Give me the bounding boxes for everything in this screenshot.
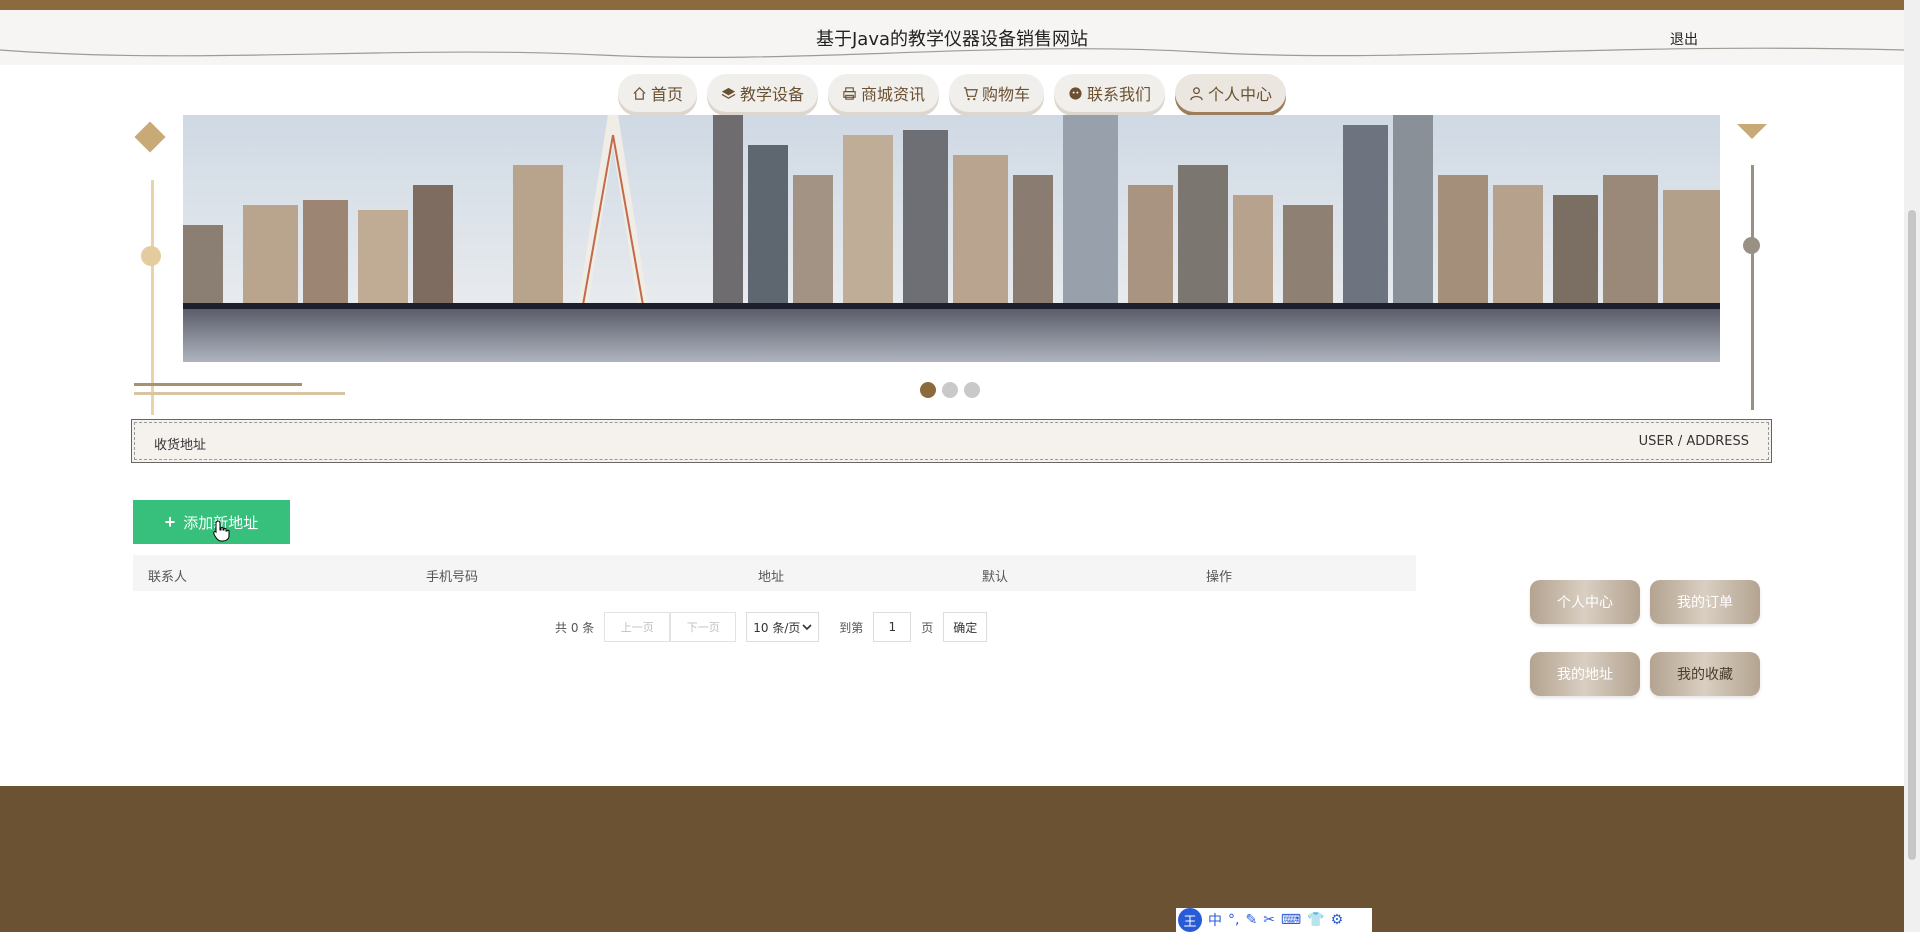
- decor-dot: [141, 246, 161, 266]
- nav-item-label: 个人中心: [1208, 85, 1273, 104]
- column-header: 操作: [1206, 570, 1233, 585]
- nav-item-label: 首页: [650, 85, 683, 104]
- keyboard-icon[interactable]: ⌨: [1281, 912, 1301, 928]
- section-header-border: [134, 422, 1769, 460]
- scissors-icon[interactable]: ✂: [1263, 912, 1275, 928]
- goto-confirm-button[interactable]: 确定: [943, 612, 988, 642]
- section-title: 收货地址: [154, 438, 207, 453]
- side-menu-my-favorites[interactable]: 我的收藏: [1650, 652, 1760, 696]
- add-address-button[interactable]: + 添加新地址: [133, 500, 290, 544]
- page-number-input[interactable]: 1: [873, 612, 912, 642]
- cart-icon: [963, 86, 978, 100]
- nav-item-equipment[interactable]: 教学设备: [706, 74, 818, 112]
- nav-item-label: 联系我们: [1087, 85, 1152, 104]
- nav-item-label: 商城资讯: [860, 85, 925, 104]
- carousel-banner[interactable]: [183, 115, 1720, 362]
- plus-icon: +: [164, 511, 176, 532]
- gear-icon[interactable]: ⚙: [1331, 912, 1344, 928]
- ime-toolbar[interactable]: 王 中 °, ✎ ✂ ⌨ 👕 ⚙: [1176, 908, 1372, 932]
- nav-item-home[interactable]: 首页: [617, 74, 697, 112]
- nav-item-personal-center[interactable]: 个人中心: [1175, 74, 1287, 112]
- chat-icon: [1069, 86, 1082, 100]
- site-title: 基于Java的教学仪器设备销售网站: [815, 29, 1089, 50]
- column-header: 默认: [982, 570, 1009, 585]
- home-icon: [633, 86, 646, 100]
- nav-item-label: 购物车: [982, 85, 1031, 104]
- column-header: 手机号码: [426, 570, 479, 585]
- punctuation-icon[interactable]: °,: [1228, 912, 1239, 928]
- pen-icon[interactable]: ✎: [1245, 912, 1257, 928]
- ime-mode-label[interactable]: 中: [1208, 910, 1222, 930]
- column-header: 联系人: [148, 570, 188, 585]
- prev-page-button[interactable]: 上一页: [604, 612, 671, 642]
- decor-dot: [1743, 237, 1760, 254]
- decor-diamond: [134, 121, 166, 153]
- section-subtitle: USER / ADDRESS: [1638, 434, 1749, 449]
- page-scrollbar[interactable]: [1904, 0, 1920, 932]
- side-menu-personal-center[interactable]: 个人中心: [1530, 580, 1640, 624]
- hand-pointer-icon: [213, 520, 230, 542]
- scrollbar-thumb[interactable]: [1908, 210, 1916, 860]
- page-size-value: 10 条/页: [753, 620, 801, 635]
- page-size-select[interactable]: 10 条/页: [746, 612, 820, 642]
- total-count: 共 0 条: [555, 620, 595, 635]
- nav-item-contact[interactable]: 联系我们: [1054, 74, 1166, 112]
- decor-line: [134, 383, 302, 386]
- carousel-dot[interactable]: [964, 382, 980, 398]
- carousel-indicators: [920, 382, 980, 398]
- side-menu-my-orders[interactable]: 我的订单: [1650, 580, 1760, 624]
- shirt-icon[interactable]: 👕: [1307, 912, 1324, 928]
- carousel-dot[interactable]: [942, 382, 958, 398]
- column-header: 地址: [758, 570, 785, 585]
- logout-link[interactable]: 退出: [1670, 29, 1698, 49]
- user-icon: [1190, 86, 1203, 100]
- section-header: 收货地址 USER / ADDRESS: [131, 419, 1772, 463]
- nav-item-news[interactable]: 商城资讯: [827, 74, 939, 112]
- page-unit-label: 页: [921, 620, 934, 635]
- decor-line: [1751, 165, 1754, 410]
- next-page-button[interactable]: 下一页: [670, 612, 737, 642]
- footer: [0, 786, 1904, 932]
- goto-label: 到第: [839, 620, 864, 635]
- chevron-down-icon: [802, 624, 812, 631]
- side-menu-my-address[interactable]: 我的地址: [1530, 652, 1640, 696]
- decor-line: [134, 392, 345, 395]
- carousel-dot[interactable]: [920, 382, 936, 398]
- decor-triangle: [1737, 124, 1767, 139]
- decor-line: [151, 180, 154, 415]
- main-nav: 首页 教学设备 商城资讯 购物车 联系我们 个人中心: [0, 74, 1904, 112]
- top-accent-bar: [0, 0, 1904, 10]
- nav-item-cart[interactable]: 购物车: [949, 74, 1045, 112]
- layers-icon: [721, 87, 736, 99]
- nav-item-label: 教学设备: [739, 85, 804, 104]
- address-table-header: 联系人 手机号码 地址 默认 操作: [133, 555, 1416, 591]
- ime-logo: 王: [1178, 908, 1202, 932]
- printer-icon: [843, 86, 856, 100]
- pagination: 共 0 条 上一页 下一页 10 条/页 到第 1 页 确定: [555, 612, 988, 642]
- city-skyline-image: [183, 115, 1720, 362]
